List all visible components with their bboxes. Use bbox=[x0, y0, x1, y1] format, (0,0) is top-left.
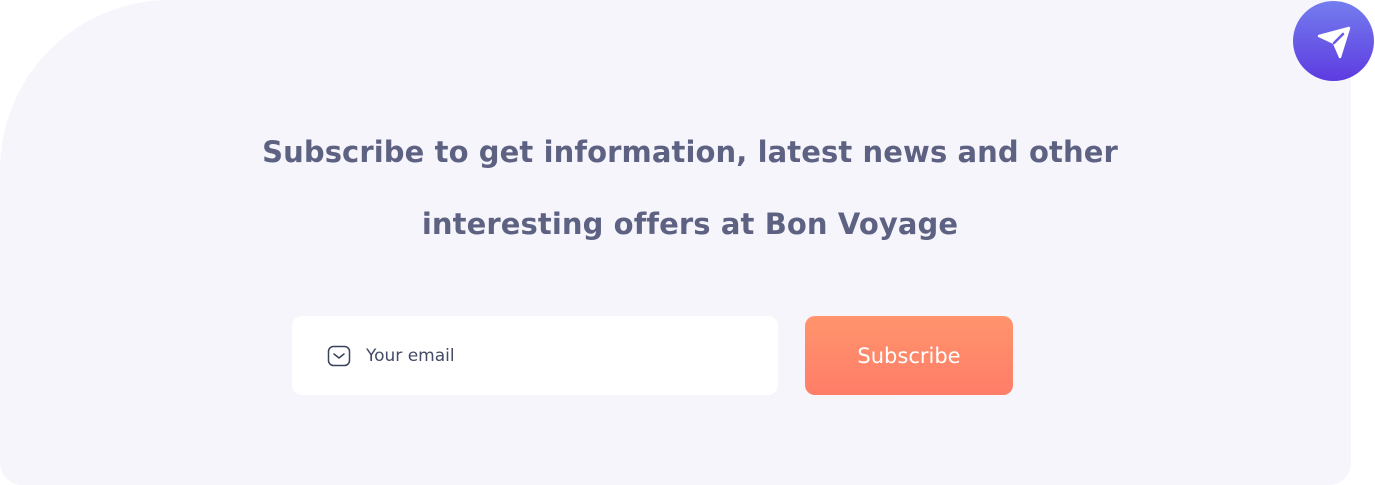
paper-plane-icon bbox=[1317, 26, 1350, 59]
subscribe-panel: Subscribe to get information, latest new… bbox=[0, 0, 1351, 485]
email-field-container[interactable] bbox=[292, 316, 778, 395]
headline-line-2: interesting offers at Bon Voyage bbox=[421, 207, 959, 241]
mail-icon bbox=[326, 343, 352, 369]
subscribe-button[interactable]: Subscribe bbox=[805, 316, 1013, 395]
email-field[interactable] bbox=[366, 335, 746, 376]
subscribe-headline: Subscribe to get information, latest new… bbox=[215, 116, 1165, 260]
send-badge bbox=[1293, 1, 1374, 81]
headline-line-1: Subscribe to get information, latest new… bbox=[262, 135, 1118, 169]
